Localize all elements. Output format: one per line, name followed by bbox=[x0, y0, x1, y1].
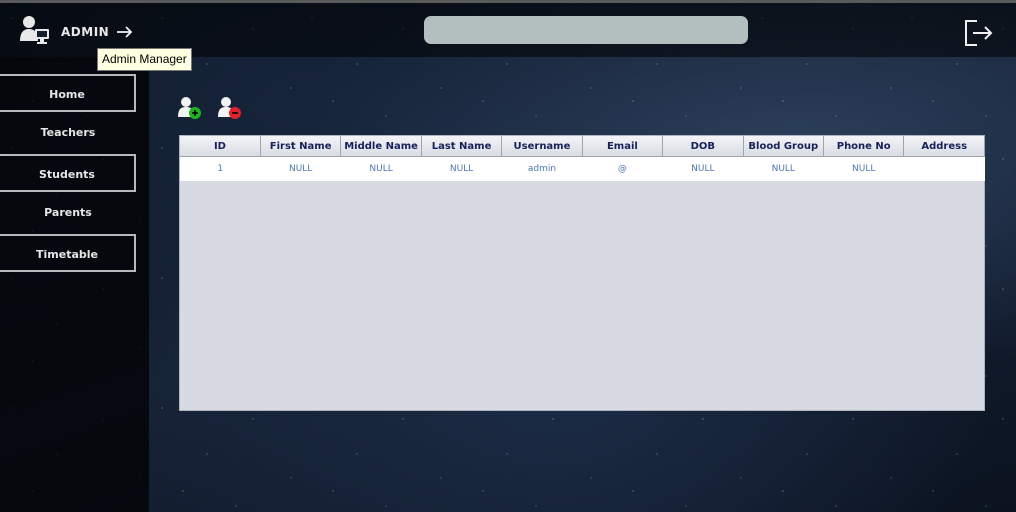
table-header-row: ID First Name Middle Name Last Name User… bbox=[180, 136, 985, 157]
cell-id[interactable]: 1 bbox=[180, 156, 261, 181]
cell-phone-no[interactable]: NULL bbox=[823, 156, 904, 181]
search-input[interactable] bbox=[424, 16, 748, 44]
table-row[interactable]: 1 NULL NULL NULL admin @ NULL NULL NULL bbox=[180, 156, 985, 181]
arrow-right-icon[interactable] bbox=[116, 23, 134, 41]
cell-address[interactable] bbox=[903, 156, 985, 181]
column-header-first-name[interactable]: First Name bbox=[260, 136, 342, 157]
add-user-icon[interactable] bbox=[176, 95, 202, 121]
column-header-username[interactable]: Username bbox=[501, 136, 583, 157]
remove-user-icon[interactable] bbox=[216, 95, 242, 121]
users-table-panel: ID First Name Middle Name Last Name User… bbox=[179, 135, 985, 411]
column-header-last-name[interactable]: Last Name bbox=[421, 136, 503, 157]
cell-middle-name[interactable]: NULL bbox=[340, 156, 422, 181]
column-header-middle-name[interactable]: Middle Name bbox=[340, 136, 422, 157]
sidebar-item-teachers[interactable]: Teachers bbox=[0, 114, 136, 152]
column-header-dob[interactable]: DOB bbox=[662, 136, 744, 157]
tooltip-admin-manager: Admin Manager bbox=[97, 48, 192, 71]
sidebar-item-students[interactable]: Students bbox=[0, 154, 136, 192]
sidebar-item-parents[interactable]: Parents bbox=[0, 194, 136, 232]
admin-label: ADMIN bbox=[61, 25, 110, 39]
cell-last-name[interactable]: NULL bbox=[421, 156, 502, 181]
cell-dob[interactable]: NULL bbox=[662, 156, 744, 181]
logout-icon[interactable] bbox=[964, 19, 994, 47]
column-header-blood-group[interactable]: Blood Group bbox=[743, 136, 825, 157]
users-table: ID First Name Middle Name Last Name User… bbox=[180, 136, 985, 181]
sidebar-item-home[interactable]: Home bbox=[0, 74, 136, 112]
sidebar-item-timetable[interactable]: Timetable bbox=[0, 234, 136, 272]
cell-username[interactable]: admin bbox=[501, 156, 583, 181]
column-header-address[interactable]: Address bbox=[903, 136, 985, 157]
column-header-id[interactable]: ID bbox=[180, 136, 261, 157]
column-header-phone-no[interactable]: Phone No bbox=[823, 136, 905, 157]
cell-first-name[interactable]: NULL bbox=[260, 156, 341, 181]
admin-users-icon bbox=[20, 16, 49, 44]
cell-blood-group[interactable]: NULL bbox=[743, 156, 824, 181]
cell-email[interactable]: @ bbox=[582, 156, 663, 181]
column-header-email[interactable]: Email bbox=[582, 136, 664, 157]
